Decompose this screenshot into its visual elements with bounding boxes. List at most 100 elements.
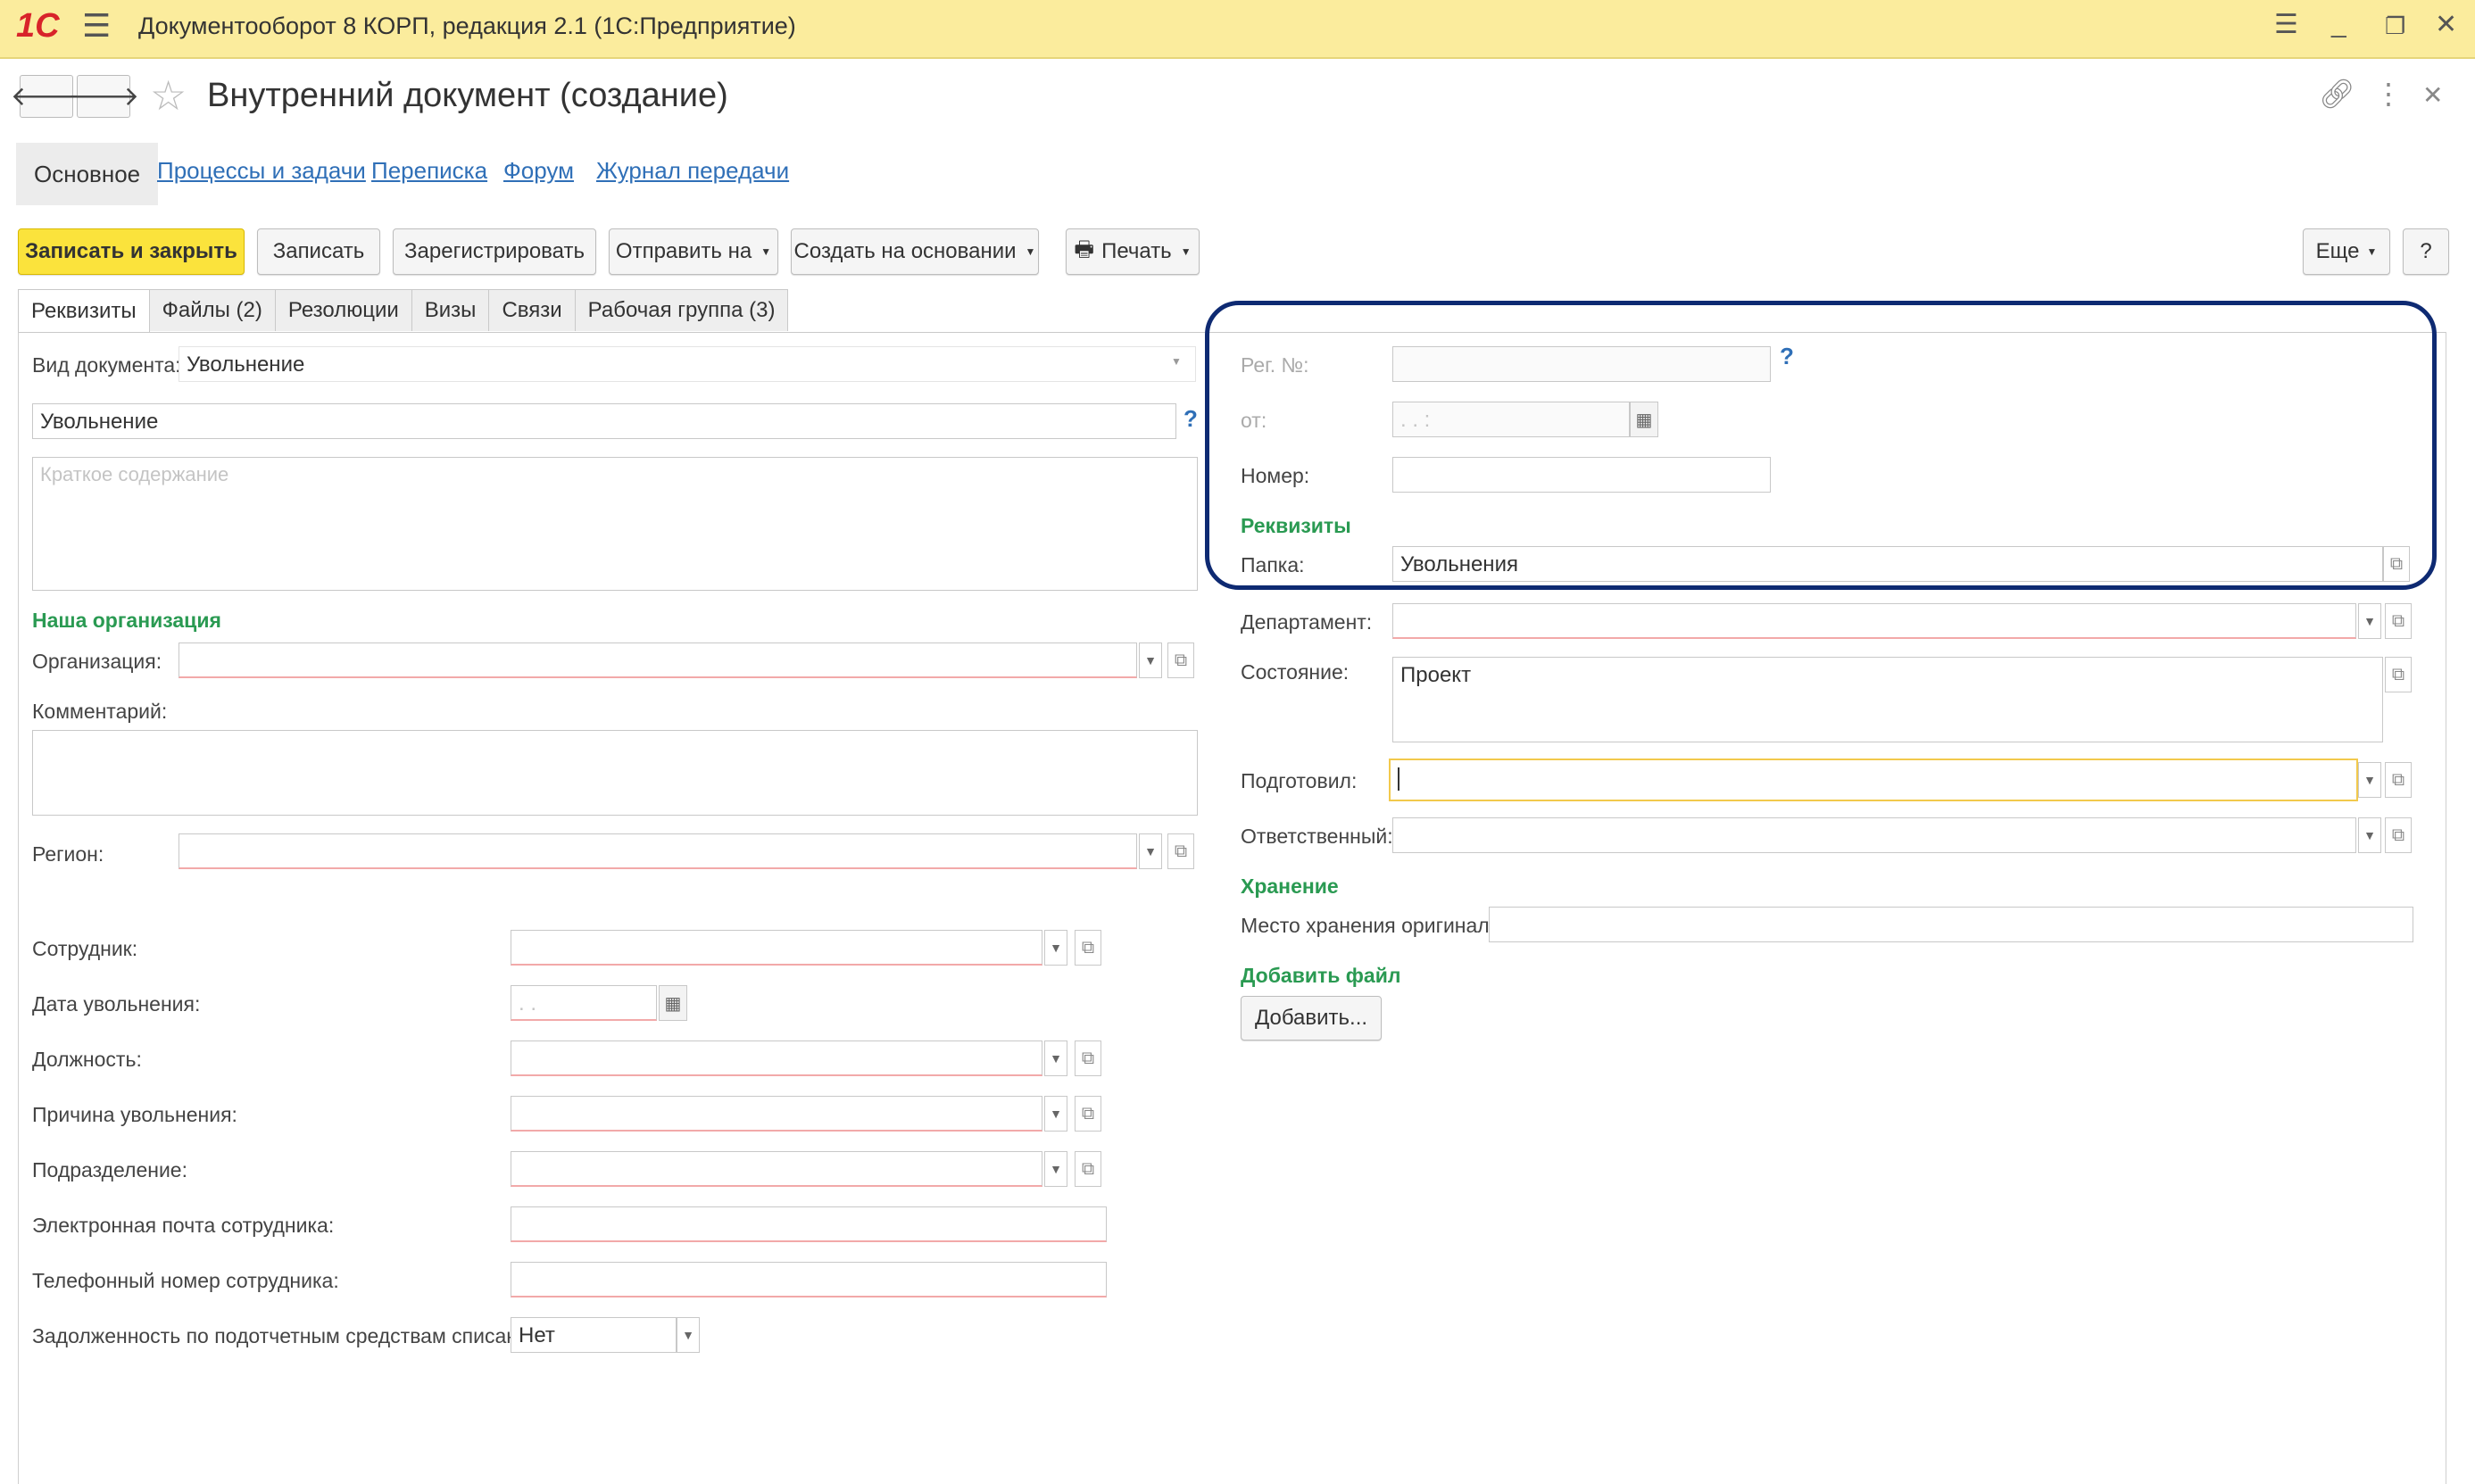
dismissal-reason-dropdown-icon[interactable]: ▼ (1044, 1096, 1067, 1132)
storage-place-label: Место хранения оригинала: (1241, 914, 1507, 937)
department-label: Подразделение: (32, 1158, 187, 1181)
employee-email-label: Электронная почта сотрудника: (32, 1214, 335, 1237)
tab-visas[interactable]: Визы (411, 289, 490, 331)
employee-open-icon[interactable]: ⧉ (1075, 930, 1101, 966)
save-and-close-button[interactable]: Записать и закрыть (18, 228, 245, 275)
department-dropdown-icon[interactable]: ▼ (1044, 1151, 1067, 1187)
responsible-dropdown-icon[interactable]: ▼ (2358, 817, 2381, 853)
department-right-open-icon[interactable]: ⧉ (2385, 603, 2412, 639)
prepared-by-field[interactable] (1389, 759, 2358, 801)
chevron-down-icon: ▼ (2366, 245, 2378, 258)
doc-type-field[interactable]: Увольнение (179, 346, 1196, 382)
restore-icon[interactable]: ❐ (2385, 12, 2405, 40)
region-dropdown-icon[interactable]: ▼ (1139, 833, 1162, 869)
chevron-down-icon: ▼ (1171, 355, 1182, 368)
nav-tab-main[interactable]: Основное (16, 143, 159, 205)
debt-written-off-field[interactable]: Нет (511, 1317, 677, 1353)
back-button[interactable]: 🡐 (11, 75, 82, 118)
favorite-star-icon[interactable]: ☆ (150, 71, 187, 120)
comment-textarea[interactable] (32, 730, 1198, 816)
arrow-right-icon: 🡒 (67, 82, 140, 112)
more-label: Еще (2315, 239, 2360, 263)
position-open-icon[interactable]: ⧉ (1075, 1040, 1101, 1076)
state-open-icon[interactable]: ⧉ (2385, 657, 2412, 692)
chevron-down-icon: ▼ (1025, 245, 1036, 258)
nav-tab-transfer-log[interactable]: Журнал передачи (596, 157, 789, 185)
department-field[interactable] (511, 1151, 1042, 1187)
department-right-field[interactable] (1392, 603, 2356, 639)
tab-resolutions[interactable]: Резолюции (274, 289, 412, 331)
dismissal-reason-open-icon[interactable]: ⧉ (1075, 1096, 1101, 1132)
our-organization-section: Наша организация (32, 609, 221, 632)
save-button[interactable]: Записать (257, 228, 380, 275)
employee-field[interactable] (511, 930, 1042, 966)
create-based-on-button[interactable]: Создать на основании ▼ (791, 228, 1039, 275)
title-field[interactable]: Увольнение (32, 403, 1176, 439)
help-button[interactable]: ? (2403, 228, 2449, 275)
employee-phone-field[interactable] (511, 1262, 1107, 1297)
storage-section: Хранение (1241, 875, 1339, 898)
forward-button[interactable]: 🡒 (68, 75, 139, 118)
dismissal-date-label: Дата увольнения: (32, 992, 201, 1016)
dismissal-date-field[interactable]: . . (511, 985, 657, 1021)
print-label: Печать (1101, 239, 1172, 263)
app-title: Документооборот 8 КОРП, редакция 2.1 (1С… (138, 12, 796, 39)
region-open-icon[interactable]: ⧉ (1167, 833, 1194, 869)
functions-menu-icon[interactable]: ☰ (2274, 9, 2298, 40)
employee-email-field[interactable] (511, 1206, 1107, 1242)
responsible-label: Ответственный: (1241, 825, 1393, 848)
storage-place-field[interactable] (1489, 907, 2413, 942)
region-field[interactable] (179, 833, 1137, 869)
document-tabs: Реквизиты Файлы (2) Резолюции Визы Связи… (18, 289, 789, 333)
help-question-icon[interactable]: ? (1184, 405, 1198, 433)
employee-dropdown-icon[interactable]: ▼ (1044, 930, 1067, 966)
department-right-label: Департамент: (1241, 610, 1373, 634)
debt-written-off-dropdown-icon[interactable]: ▼ (677, 1317, 700, 1353)
organization-field[interactable] (179, 643, 1137, 678)
link-icon[interactable]: 🔗︎ (2319, 77, 2355, 111)
nav-tab-forum[interactable]: Форум (503, 157, 574, 185)
region-label: Регион: (32, 842, 104, 866)
tab-requisites[interactable]: Реквизиты (18, 289, 150, 333)
add-file-button[interactable]: Добавить... (1241, 996, 1382, 1040)
prepared-by-dropdown-icon[interactable]: ▼ (2358, 762, 2381, 798)
print-button[interactable]: 🖶 Печать ▼ (1066, 228, 1200, 275)
summary-textarea[interactable]: Краткое содержание (32, 457, 1198, 591)
employee-label: Сотрудник: (32, 937, 138, 960)
responsible-open-icon[interactable]: ⧉ (2385, 817, 2412, 853)
minimize-icon[interactable]: _ (2331, 9, 2346, 39)
position-field[interactable] (511, 1040, 1042, 1076)
department-right-dropdown-icon[interactable]: ▼ (2358, 603, 2381, 639)
calendar-icon[interactable]: ▦ (659, 985, 687, 1021)
close-form-icon[interactable]: ✕ (2422, 80, 2443, 110)
organization-open-icon[interactable]: ⧉ (1167, 643, 1194, 678)
highlight-annotation (1205, 301, 2437, 590)
menu-icon[interactable]: ☰ (82, 7, 111, 45)
doc-type-label: Вид документа: (32, 353, 181, 377)
prepared-by-open-icon[interactable]: ⧉ (2385, 762, 2412, 798)
nav-tab-correspondence[interactable]: Переписка (371, 157, 487, 185)
dismissal-reason-field[interactable] (511, 1096, 1042, 1132)
debt-written-off-label: Задолженность по подотчетным средствам с… (32, 1324, 536, 1347)
organization-dropdown-icon[interactable]: ▼ (1139, 643, 1162, 678)
nav-tab-processes[interactable]: Процессы и задачи (157, 157, 366, 185)
close-window-icon[interactable]: ✕ (2435, 9, 2457, 40)
register-button[interactable]: Зарегистрировать (393, 228, 596, 275)
tab-workgroup[interactable]: Рабочая группа (3) (574, 289, 789, 331)
dismissal-date-placeholder: . . (519, 991, 537, 1016)
send-to-button[interactable]: Отправить на ▼ (609, 228, 778, 275)
state-field[interactable]: Проект (1392, 657, 2383, 742)
department-open-icon[interactable]: ⧉ (1075, 1151, 1101, 1187)
position-dropdown-icon[interactable]: ▼ (1044, 1040, 1067, 1076)
text-cursor (1398, 767, 1399, 791)
more-vertical-icon[interactable]: ⋮ (2374, 77, 2403, 111)
more-button[interactable]: Еще ▼ (2303, 228, 2390, 275)
printer-icon: 🖶 (1074, 236, 1095, 261)
summary-placeholder: Краткое содержание (40, 463, 229, 485)
send-to-label: Отправить на (615, 239, 752, 263)
state-label: Состояние: (1241, 660, 1350, 684)
responsible-field[interactable] (1392, 817, 2356, 853)
tab-links[interactable]: Связи (488, 289, 576, 331)
tab-files[interactable]: Файлы (2) (148, 289, 276, 331)
chevron-down-icon: ▼ (760, 245, 772, 258)
